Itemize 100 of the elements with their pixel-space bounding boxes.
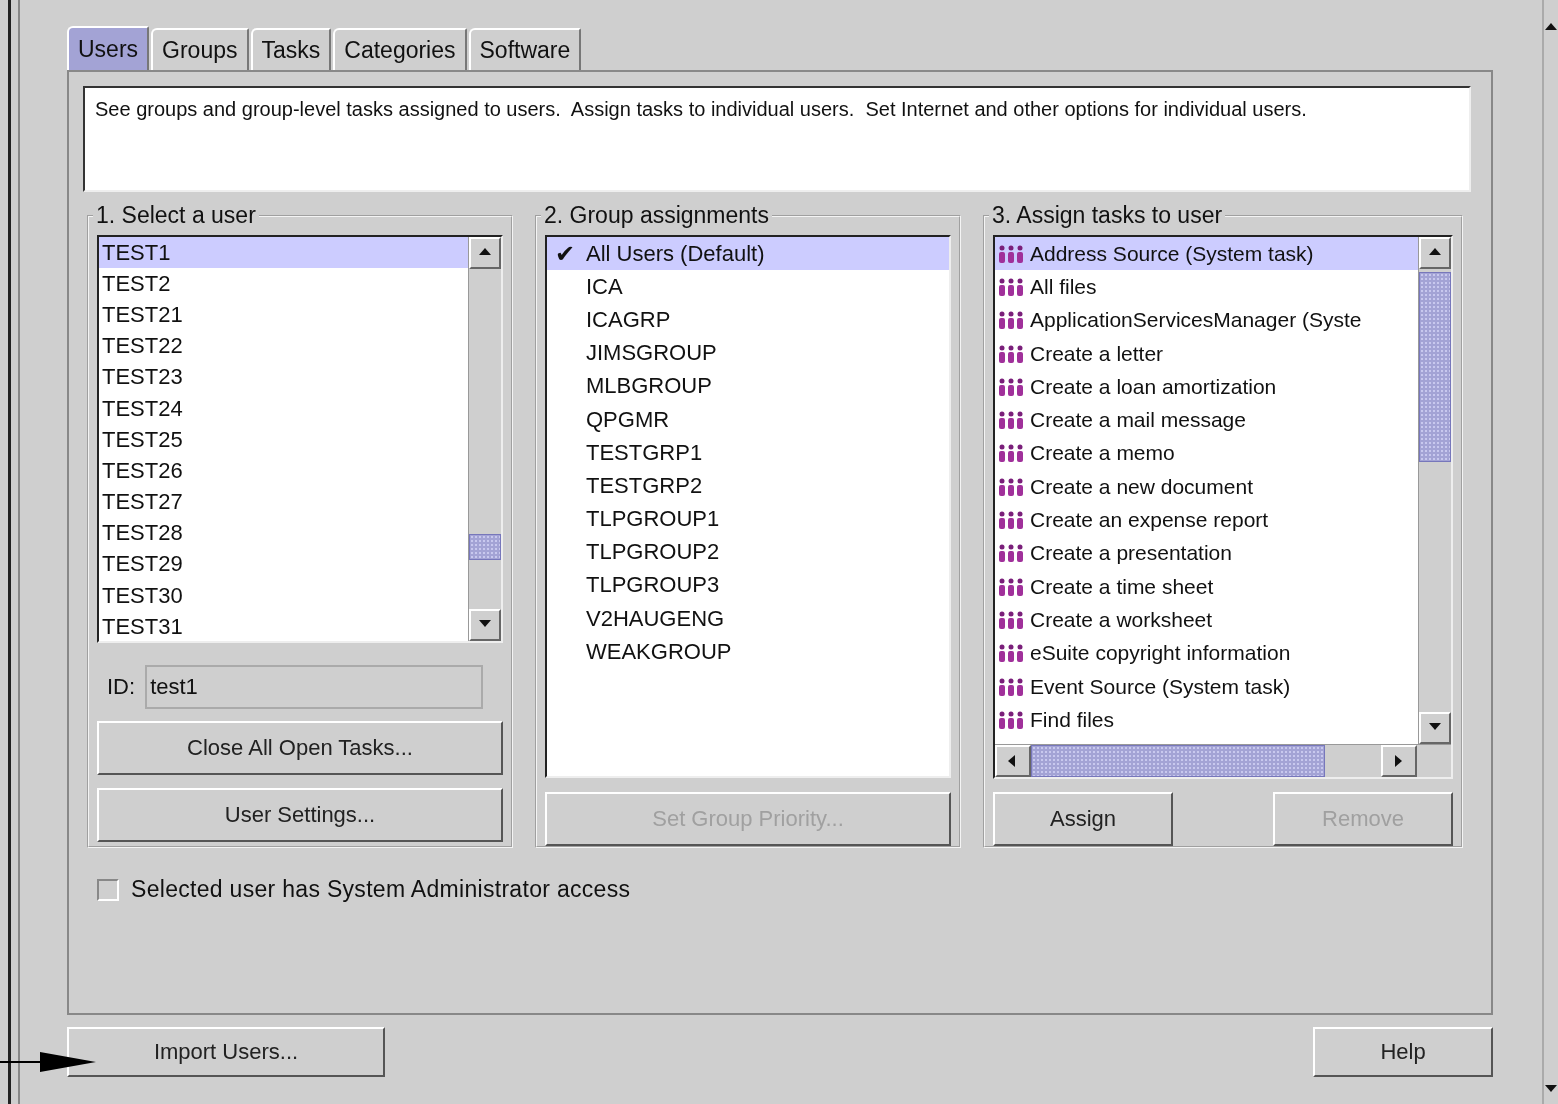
task-item[interactable]: Create a mail message xyxy=(995,403,1418,437)
people-icon xyxy=(998,443,1024,464)
task-name: Event Source (System task) xyxy=(1030,674,1291,699)
people-icon xyxy=(998,576,1024,597)
scrollbar[interactable] xyxy=(468,237,501,641)
horizontal-scrollbar[interactable] xyxy=(995,744,1451,777)
footer-button[interactable]: Import Users... xyxy=(67,1027,385,1077)
user-item[interactable]: TEST23 xyxy=(99,361,468,393)
task-item[interactable]: Create a new document xyxy=(995,470,1418,504)
task-item[interactable]: Create a letter xyxy=(995,336,1418,371)
user-item[interactable]: TEST29 xyxy=(99,548,468,581)
tab[interactable]: Tasks xyxy=(250,28,332,70)
task-item[interactable]: Create a loan amortization xyxy=(995,370,1418,404)
user-action-button[interactable]: User Settings... xyxy=(97,788,503,842)
task-name: Create a letter xyxy=(1030,341,1164,366)
task-item[interactable]: All files xyxy=(995,270,1418,304)
checkbox-label: Selected user has System Administrator access xyxy=(131,876,631,903)
task-name: Create a loan amortization xyxy=(1030,374,1277,399)
tab[interactable]: Categories xyxy=(333,28,467,70)
id-field[interactable]: test1 xyxy=(145,665,484,709)
task-name: Create a mail message xyxy=(1030,408,1246,433)
people-icon xyxy=(998,709,1024,730)
people-icon xyxy=(998,310,1024,331)
group-item[interactable]: MLBGROUP xyxy=(547,369,949,403)
task-item[interactable]: Find files xyxy=(995,703,1418,737)
group-item[interactable]: V2HAUGENG xyxy=(547,602,949,636)
group-item[interactable]: ✔ All Users (Default) xyxy=(547,237,949,271)
description-text: See groups and group-level tasks assigned to users. Assign tasks to individual users. Set Internet and other options for individual users. xyxy=(83,86,1471,192)
task-name: Create a time sheet xyxy=(1030,574,1214,599)
group-item[interactable]: TLPGROUP3 xyxy=(547,568,949,603)
task-name: eSuite copyright information xyxy=(1030,641,1291,666)
group-item[interactable]: ICA xyxy=(547,270,949,304)
tab[interactable]: Users xyxy=(67,26,150,70)
window-scrollbar[interactable] xyxy=(1542,0,1558,1104)
group-item[interactable]: TLPGROUP2 xyxy=(547,535,949,569)
tab[interactable]: Software xyxy=(468,28,582,70)
task-item[interactable]: Address Source (System task) xyxy=(995,237,1418,271)
group-name: TESTGRP2 xyxy=(586,472,703,499)
check-mark: ✔ xyxy=(553,239,577,268)
scroll-thumb[interactable] xyxy=(1419,271,1451,462)
scroll-thumb[interactable] xyxy=(1031,745,1325,777)
group-name: QPGMR xyxy=(586,406,670,433)
user-item[interactable]: TEST28 xyxy=(99,517,468,549)
id-label: ID: xyxy=(107,674,136,700)
scroll-thumb[interactable] xyxy=(469,533,501,560)
people-icon xyxy=(998,476,1024,497)
task-name: Create a presentation xyxy=(1030,541,1232,566)
task-item[interactable]: Event Source (System task) xyxy=(995,669,1418,704)
people-icon xyxy=(998,676,1024,697)
people-icon xyxy=(998,543,1024,564)
group-item[interactable]: TESTGRP2 xyxy=(547,469,949,503)
group-title: 1. Select a user xyxy=(95,202,257,229)
user-item[interactable]: TEST27 xyxy=(99,486,468,518)
task-action-button[interactable]: Assign xyxy=(993,792,1173,846)
task-item[interactable]: Create a presentation xyxy=(995,536,1418,570)
user-item[interactable]: TEST1 xyxy=(99,237,468,269)
task-name: ApplicationServicesManager (Syste xyxy=(1030,308,1362,333)
people-icon xyxy=(998,510,1024,530)
user-item[interactable]: TEST2 xyxy=(99,268,468,300)
group-name: TLPGROUP3 xyxy=(586,572,720,599)
task-item[interactable]: Create an expense report xyxy=(995,503,1418,537)
tab[interactable]: Groups xyxy=(151,28,249,70)
group-title: 3. Assign tasks to user xyxy=(991,202,1224,229)
task-name: Create a new document xyxy=(1030,474,1253,499)
group-item[interactable]: TLPGROUP1 xyxy=(547,502,949,536)
user-item[interactable]: TEST22 xyxy=(99,330,468,362)
group-name: MLBGROUP xyxy=(586,373,712,400)
user-item[interactable]: TEST31 xyxy=(99,611,468,641)
task-item[interactable]: Create a memo xyxy=(995,436,1418,471)
group-item[interactable]: WEAKGROUP xyxy=(547,635,949,669)
user-action-button[interactable]: Close All Open Tasks... xyxy=(97,721,503,775)
task-name: Create a memo xyxy=(1030,441,1175,466)
user-item[interactable]: TEST30 xyxy=(99,580,468,612)
task-item[interactable]: eSuite copyright information xyxy=(995,636,1418,670)
group-name: ICA xyxy=(586,273,623,300)
group-name: V2HAUGENG xyxy=(586,605,725,632)
people-icon xyxy=(998,609,1024,630)
footer-button[interactable]: Help xyxy=(1313,1027,1493,1077)
group-item[interactable]: ICAGRP xyxy=(547,303,949,337)
task-name: Find files xyxy=(1030,707,1115,732)
group-item[interactable]: JIMSGROUP xyxy=(547,336,949,370)
group-name: JIMSGROUP xyxy=(586,340,717,367)
group-item[interactable]: QPGMR xyxy=(547,402,949,437)
people-icon xyxy=(998,410,1024,431)
user-item[interactable]: TEST26 xyxy=(99,455,468,487)
group-item[interactable]: TESTGRP1 xyxy=(547,436,949,470)
task-item[interactable]: Create a time sheet xyxy=(995,569,1418,604)
group-name: TLPGROUP2 xyxy=(586,539,720,566)
user-item[interactable]: TEST21 xyxy=(99,299,468,331)
user-item[interactable]: TEST25 xyxy=(99,424,468,456)
people-icon xyxy=(998,276,1024,297)
group-name: All Users (Default) xyxy=(586,240,765,267)
user-item[interactable]: TEST24 xyxy=(99,392,468,425)
task-name: All files xyxy=(1030,274,1097,299)
people-icon xyxy=(998,643,1024,664)
scrollbar[interactable] xyxy=(1418,237,1451,744)
checkbox[interactable] xyxy=(97,878,119,901)
task-item[interactable]: Create a worksheet xyxy=(995,603,1418,637)
task-name: Create a worksheet xyxy=(1030,607,1213,632)
task-item[interactable]: ApplicationServicesManager (Syste xyxy=(995,303,1418,337)
